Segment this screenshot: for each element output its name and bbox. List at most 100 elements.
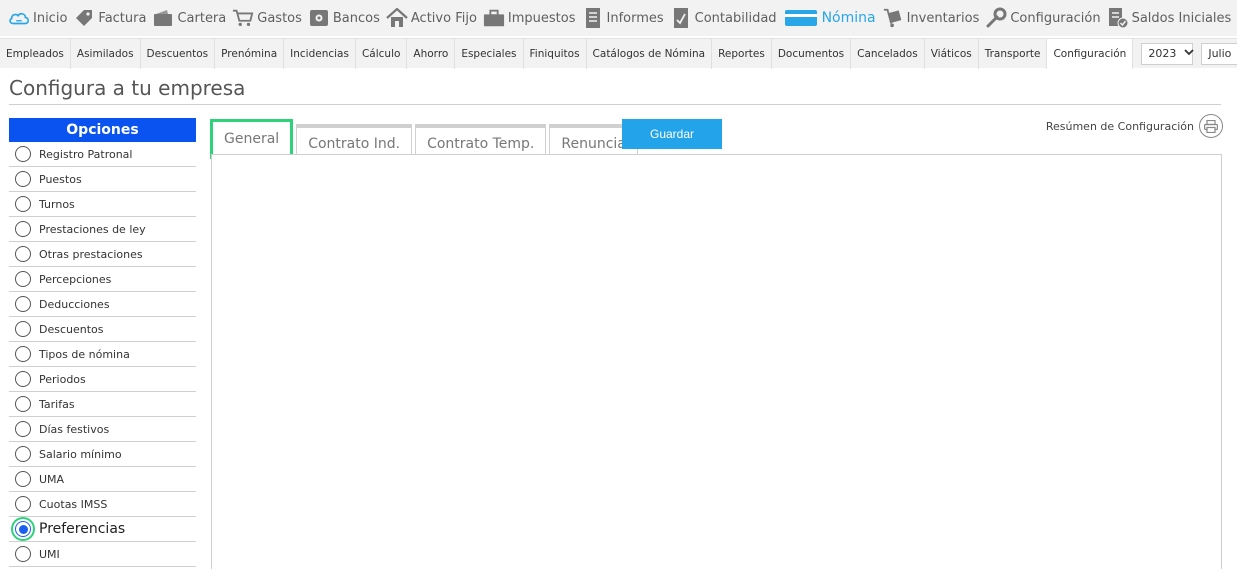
sidebar-item-label: Registro Patronal (39, 147, 133, 161)
sidebar-list: Registro Patronal Puestos Turnos Prestacion… (9, 142, 196, 567)
subnav-tab[interactable]: Cálculo (356, 38, 408, 69)
sidebar-item-label: Salario mínimo (39, 447, 122, 461)
subnav-tab[interactable]: Asimilados (71, 38, 141, 69)
nav-item-gastos[interactable]: Gastos (232, 3, 302, 33)
year-select[interactable]: 2023 (1141, 42, 1194, 65)
sidebar-item[interactable]: Cuotas IMSS (9, 492, 196, 517)
save-button[interactable]: Guardar (622, 119, 722, 149)
radio-button[interactable] (15, 196, 31, 212)
subnav-tab[interactable]: Documentos (772, 38, 852, 69)
nav-item-impuestos[interactable]: Impuestos (483, 3, 576, 33)
subnav-tab[interactable]: Prenómina (215, 38, 285, 69)
nav-item-label: Nómina (821, 10, 876, 26)
sidebar-item-label: Preferencias (39, 521, 126, 537)
radio-button[interactable] (15, 146, 31, 162)
year-value: 2023 (1148, 47, 1177, 60)
nav-item-label: Bancos (332, 10, 380, 26)
sidebar-item[interactable]: Preferencias (9, 517, 196, 542)
radio-button[interactable] (15, 521, 31, 537)
nav-item-label: Saldos Iniciales (1131, 10, 1232, 26)
cloud-icon (8, 7, 30, 29)
subnav-tab[interactable]: Incidencias (284, 38, 356, 69)
content-tabs: General Contrato Ind. Contrato Temp. Renunc… (210, 119, 641, 159)
radio-button[interactable] (15, 471, 31, 487)
sidebar-item[interactable]: Registro Patronal (9, 142, 196, 167)
nav-item-activo-fijo[interactable]: Activo Fijo (386, 3, 477, 33)
radio-button[interactable] (15, 346, 31, 362)
subnav-tab[interactable]: Ahorro (407, 38, 456, 69)
subnav-tab[interactable]: Catálogos de Nómina (587, 38, 713, 69)
nav-item-saldos-iniciales[interactable]: Saldos Iniciales (1107, 3, 1232, 33)
subnav-tab[interactable]: Configuración (1047, 38, 1134, 69)
subnav-tab[interactable]: Finiquitos (524, 38, 587, 69)
sidebar-item[interactable]: Descuentos (9, 317, 196, 342)
nav-item-label: Configuración (1010, 10, 1101, 26)
sidebar-item-label: Otras prestaciones (39, 247, 143, 261)
sidebar-item[interactable]: Prestaciones de ley (9, 217, 196, 242)
card-icon (783, 7, 819, 29)
subnav-tab[interactable]: Cancelados (851, 38, 925, 69)
radio-button[interactable] (15, 321, 31, 337)
sidebar-item-label: UMI (39, 547, 60, 561)
printer-icon[interactable] (1199, 114, 1223, 138)
nav-item-informes[interactable]: Informes (582, 3, 664, 33)
sidebar-item-label: Puestos (39, 172, 82, 186)
nav-item-label: Gastos (257, 10, 302, 26)
month-select[interactable]: Julio (1201, 42, 1237, 65)
nav-item-bancos[interactable]: Bancos (308, 3, 380, 33)
sidebar-item[interactable]: Otras prestaciones (9, 242, 196, 267)
radio-button[interactable] (15, 246, 31, 262)
sidebar-item[interactable]: UMI (9, 542, 196, 567)
nav-item-factura[interactable]: Factura (73, 3, 146, 33)
month-value: Julio (1208, 47, 1232, 60)
nav-item-cartera[interactable]: Cartera (152, 3, 226, 33)
radio-button[interactable] (15, 371, 31, 387)
nav-item-contabilidad[interactable]: Contabilidad (670, 3, 777, 33)
radio-button[interactable] (15, 396, 31, 412)
subnav-tab[interactable]: Especiales (455, 38, 524, 69)
summary-link[interactable]: Resúmen de Configuración (1046, 114, 1223, 138)
sidebar-item[interactable]: Deducciones (9, 292, 196, 317)
nav-item-label: Contabilidad (694, 10, 777, 26)
radio-button[interactable] (15, 421, 31, 437)
sidebar-item[interactable]: Días festivos (9, 417, 196, 442)
subnav-tab[interactable]: Empleados (0, 38, 71, 69)
radio-button[interactable] (15, 546, 31, 562)
sidebar-item[interactable]: Tarifas (9, 392, 196, 417)
subnav-tab[interactable]: Transporte (979, 38, 1048, 69)
nav-item-inicio[interactable]: Inicio (8, 3, 67, 33)
nav-item-label: Activo Fijo (410, 10, 477, 26)
radio-button[interactable] (15, 271, 31, 287)
subnav-tab[interactable]: Descuentos (141, 38, 216, 69)
nav-item-configuraci-n[interactable]: Configuración (985, 3, 1101, 33)
document-icon (582, 7, 604, 29)
sidebar-item-label: Tipos de nómina (39, 347, 130, 361)
sidebar-item[interactable]: Percepciones (9, 267, 196, 292)
sidebar-item-label: Deducciones (39, 297, 110, 311)
radio-dot (18, 524, 28, 534)
subnav-tab[interactable]: Reportes (712, 38, 772, 69)
nav-item-n-mina[interactable]: Nómina (783, 3, 876, 33)
sidebar-item-label: UMA (39, 472, 65, 486)
radio-button[interactable] (15, 446, 31, 462)
nav-item-label: Inicio (33, 10, 68, 26)
nav-item-label: Impuestos (507, 10, 576, 26)
sidebar-item[interactable]: Salario mínimo (9, 442, 196, 467)
sidebar-item[interactable]: Tipos de nómina (9, 342, 196, 367)
sidebar-item[interactable]: Periodos (9, 367, 196, 392)
content-tab[interactable]: General (210, 119, 294, 159)
radio-button[interactable] (15, 171, 31, 187)
subnav-tab[interactable]: Viáticos (925, 38, 979, 69)
sidebar-item[interactable]: UMA (9, 467, 196, 492)
sidebar-header: Opciones (9, 118, 196, 142)
sidebar-item[interactable]: Puestos (9, 167, 196, 192)
options-sidebar: Opciones Registro Patronal Puestos Turnos P… (9, 118, 196, 567)
sidebar-item-label: Prestaciones de ley (39, 222, 146, 236)
sidebar-item[interactable]: Turnos (9, 192, 196, 217)
sidebar-item-label: Tarifas (39, 397, 75, 411)
radio-button[interactable] (15, 296, 31, 312)
radio-button[interactable] (15, 496, 31, 512)
radio-button[interactable] (15, 221, 31, 237)
nav-item-inventarios[interactable]: Inventarios (882, 3, 979, 33)
sidebar-item-label: Cuotas IMSS (39, 497, 108, 511)
